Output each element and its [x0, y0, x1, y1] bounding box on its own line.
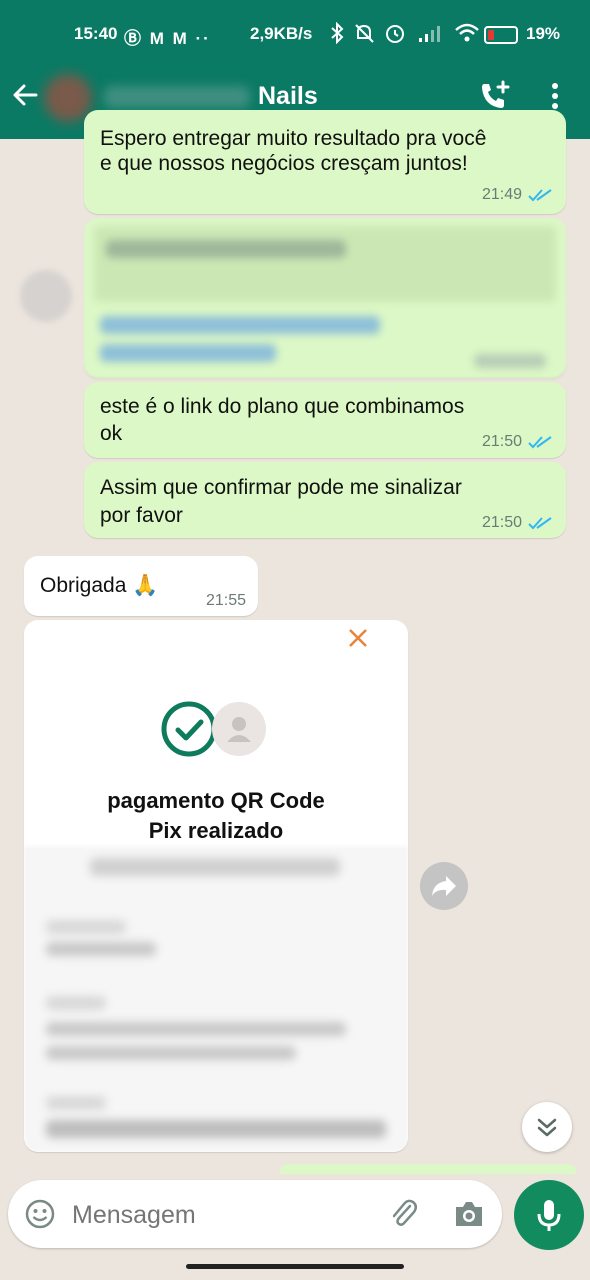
add-call-icon[interactable]: [476, 78, 512, 114]
status-notification-icons: Ⓑ M M ··: [124, 29, 211, 48]
message-outgoing-link-redacted[interactable]: [84, 218, 566, 378]
message-text-line: este é o link do plano que combinamos: [100, 395, 465, 418]
message-meta: 21:50: [482, 514, 552, 532]
message-input[interactable]: [70, 1194, 374, 1236]
message-text-line: Assim que confirmar pode me sinalizar: [100, 476, 462, 499]
status-net-speed: 2,9KB/s: [250, 24, 313, 43]
link-preview-card: [94, 226, 556, 302]
message-text: Obrigada 🙏: [40, 574, 159, 597]
chat-title[interactable]: Nails: [258, 82, 318, 111]
read-receipt-icon: [528, 189, 552, 202]
link-url-redacted: [100, 344, 276, 362]
message-outgoing[interactable]: Assim que confirmar pode me sinalizar po…: [84, 462, 566, 538]
read-receipt-icon: [528, 436, 552, 449]
forward-button[interactable]: [420, 862, 468, 910]
emoji-icon[interactable]: [24, 1198, 56, 1230]
home-indicator: [186, 1264, 404, 1269]
contact-name-redacted: [104, 86, 250, 108]
battery-icon: [484, 26, 518, 44]
message-time: 21:50: [481, 433, 522, 450]
alarm-icon: [386, 25, 404, 43]
receipt-details-redacted: [24, 846, 408, 1152]
forward-icon: [432, 876, 456, 896]
message-incoming-image[interactable]: pagamento QR Code Pix realizado: [24, 620, 408, 1152]
message-text-line: ok: [100, 422, 123, 445]
message-outgoing[interactable]: este é o link do plano que combinamos ok…: [84, 382, 566, 458]
message-incoming[interactable]: Obrigada 🙏 21:55: [24, 556, 258, 616]
attach-icon[interactable]: [386, 1196, 420, 1230]
message-outgoing[interactable]: Espero entregar muito resultado pra você…: [84, 110, 566, 214]
message-meta: 21:50: [482, 433, 552, 451]
message-time: 21:49: [481, 186, 522, 203]
payer-avatar-icon: [212, 702, 266, 756]
contact-avatar[interactable]: [44, 74, 92, 122]
wifi-icon: [455, 23, 479, 42]
link-preview-title-redacted: [106, 240, 346, 258]
double-chevron-down-icon: [537, 1118, 557, 1137]
read-receipt-icon: [528, 517, 552, 530]
camera-icon[interactable]: [452, 1198, 486, 1230]
status-bar: 15:40 Ⓑ M M ·· 2,9KB/s 19%: [0, 18, 590, 50]
forward-avatar-blurred: [20, 270, 72, 322]
scroll-to-bottom-button[interactable]: [522, 1102, 572, 1152]
link-url-redacted: [100, 316, 380, 334]
payment-success-check-icon: [161, 701, 217, 757]
status-system-icons: [330, 22, 480, 44]
status-time: 15:40: [74, 24, 118, 43]
bluetooth-icon: [331, 22, 344, 44]
more-options-icon[interactable]: [540, 78, 570, 114]
close-icon: [349, 629, 367, 647]
message-text-line: por favor: [100, 504, 183, 527]
signal-icon: [419, 26, 440, 42]
message-time: 21:50: [481, 514, 522, 531]
message-meta: 21:55: [206, 592, 246, 610]
back-arrow-icon[interactable]: [8, 78, 42, 112]
receipt-title: pagamento QR Code: [107, 788, 325, 813]
voice-message-button[interactable]: [514, 1180, 584, 1250]
message-meta: 21:49: [482, 186, 552, 204]
mute-icon: [355, 24, 374, 43]
message-time: 21:55: [205, 592, 246, 609]
message-time-redacted: [474, 354, 546, 368]
message-outgoing-partial: [280, 1164, 576, 1174]
microphone-icon: [537, 1200, 561, 1231]
message-text-line: e que nossos negócios cresçam juntos!: [100, 152, 468, 175]
message-input-bar: [8, 1180, 502, 1248]
battery-percent: 19%: [526, 24, 561, 43]
receipt-subtitle: Pix realizado: [148, 818, 284, 843]
